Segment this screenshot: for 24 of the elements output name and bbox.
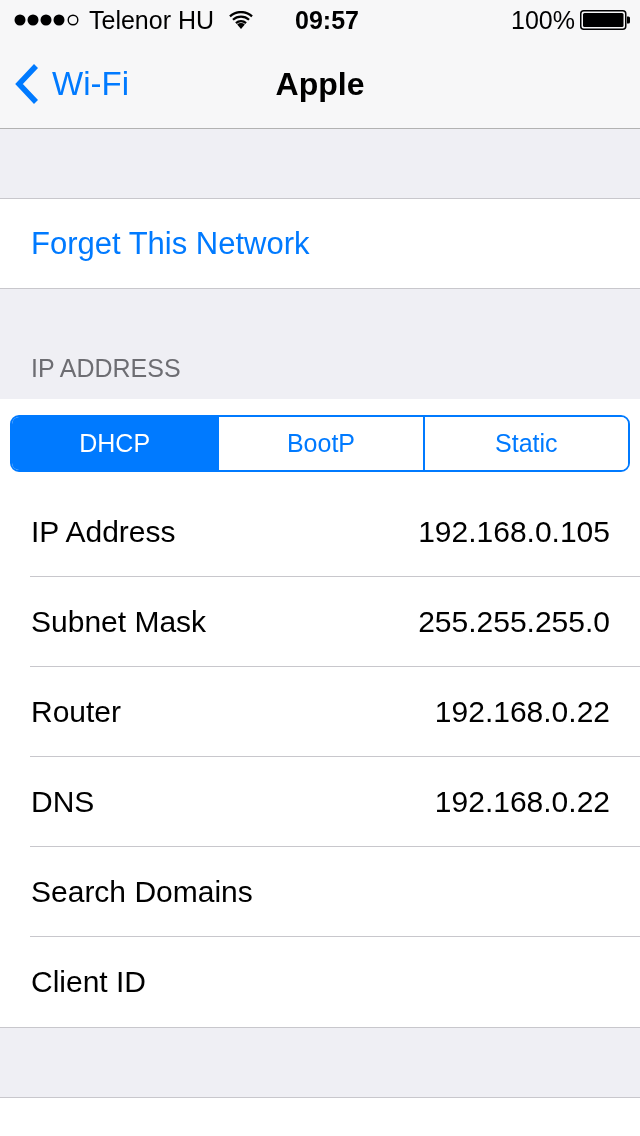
back-button[interactable]: Wi-Fi [0,63,129,105]
battery-percentage: 100% [511,5,575,35]
row-label: DNS [31,784,95,819]
segment-tab[interactable]: Static [422,417,628,470]
row-label: Subnet Mask [31,604,207,639]
row-value: 192.168.0.22 [434,694,610,729]
wifi-icon [229,11,254,29]
row-label: IP Address [31,514,176,549]
list-row[interactable] [0,1098,640,1136]
chevron-left-icon [14,63,40,105]
row-label: Search Domains [31,874,253,909]
clock-time: 09:57 [294,5,359,35]
signal-strength-icon [14,14,80,26]
row-value: 192.168.0.105 [418,514,610,549]
battery-icon [580,10,630,30]
carrier-name: Telenor HU [89,5,215,35]
section-header: IP ADDRESS [31,354,181,383]
row-value: 192.168.0.22 [434,784,610,819]
row-label: Client ID [31,965,147,999]
page-title: Apple [275,65,365,103]
row-label: Router [31,694,122,729]
row-value: 255.255.255.0 [418,604,610,639]
forget-network-button[interactable]: Forget This Network [0,199,640,289]
segment-tab[interactable]: DHCP [12,417,218,470]
